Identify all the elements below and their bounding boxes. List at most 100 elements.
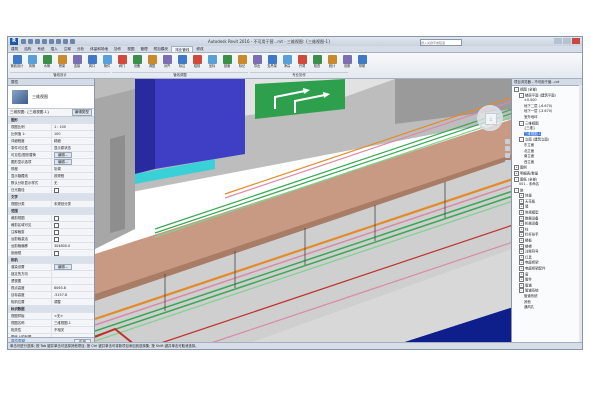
tab-10[interactable]: 附加模块	[151, 46, 171, 52]
type-selector[interactable]: 三维视图	[8, 86, 94, 109]
property-value[interactable]	[52, 187, 94, 193]
pan-icon[interactable]	[505, 153, 510, 158]
model-canvas[interactable]	[95, 79, 513, 345]
property-checkbox[interactable]	[54, 236, 59, 242]
expand-toggle-icon[interactable]: +	[519, 260, 524, 266]
property-value[interactable]: 按规程	[52, 173, 94, 179]
collapse-toggle-icon[interactable]: -	[519, 137, 524, 143]
tab-9[interactable]: 管理	[137, 46, 150, 52]
tab-0[interactable]: 建筑	[8, 46, 21, 52]
property-value[interactable]: 协调	[52, 166, 94, 172]
tab-4[interactable]: 注释	[61, 46, 74, 52]
property-value[interactable]: 未规划分类	[52, 201, 94, 207]
ribbon-tool-button[interactable]: 管件	[100, 54, 114, 72]
expand-toggle-icon[interactable]: +	[519, 243, 524, 249]
maximize-button[interactable]	[563, 38, 571, 44]
property-section[interactable]: 相机	[8, 257, 94, 264]
expand-toggle-icon[interactable]: +	[514, 165, 519, 171]
tab-5[interactable]: 分析	[74, 46, 87, 52]
ribbon-tool-button[interactable]: 风口	[85, 54, 99, 72]
ribbon-tool-button[interactable]: 标记	[235, 54, 249, 72]
collapse-toggle-icon[interactable]: -	[514, 187, 519, 193]
steering-wheel-icon[interactable]	[505, 139, 510, 144]
tab-2[interactable]: 系统	[34, 46, 47, 52]
open-icon[interactable]	[21, 39, 26, 44]
property-value[interactable]: 调整	[52, 299, 94, 305]
expand-toggle-icon[interactable]: +	[519, 232, 524, 238]
property-edit-button[interactable]: 编辑...	[54, 159, 73, 165]
ribbon-tool-button[interactable]: 对齐	[160, 54, 174, 72]
property-value[interactable]: 100	[52, 131, 94, 137]
ribbon-tool-button[interactable]: 净高	[280, 54, 294, 72]
property-value[interactable]	[52, 215, 94, 221]
property-value[interactable]	[52, 278, 94, 284]
expand-toggle-icon[interactable]: +	[519, 277, 524, 283]
ribbon-tool-button[interactable]: 桥架	[55, 54, 69, 72]
property-value[interactable]: 显示原状态	[52, 145, 94, 151]
property-value[interactable]	[52, 236, 94, 242]
ribbon-tool-button[interactable]: 检查	[310, 54, 324, 72]
zoom-icon[interactable]	[505, 146, 510, 151]
redo-icon[interactable]	[42, 39, 47, 44]
ribbon-tool-button[interactable]: 设置	[340, 54, 354, 72]
save-icon[interactable]	[28, 39, 33, 44]
instance-selector[interactable]: 三维视图: {三维视图-1} 编辑类型	[8, 109, 94, 117]
property-value[interactable]: 不相关	[52, 327, 94, 333]
ribbon-tool-button[interactable]: 连接	[70, 54, 84, 72]
property-value[interactable]: 编辑...	[52, 159, 94, 165]
expand-toggle-icon[interactable]: +	[519, 266, 524, 271]
property-section[interactable]: 图形	[8, 117, 94, 124]
ribbon-tool-button[interactable]: 管线设计	[10, 54, 24, 72]
expand-toggle-icon[interactable]: +	[519, 215, 524, 221]
tab-7[interactable]: 协作	[111, 46, 124, 52]
property-edit-button[interactable]: 编辑...	[54, 152, 73, 158]
tab-12[interactable]: 修改	[193, 46, 206, 52]
app-logo[interactable]: R	[10, 38, 18, 45]
collapse-toggle-icon[interactable]: -	[519, 92, 524, 98]
property-section[interactable]: 范围	[8, 208, 94, 215]
expand-toggle-icon[interactable]: +	[519, 238, 524, 244]
tab-11[interactable]: 鸿业管线	[171, 46, 194, 52]
property-checkbox[interactable]	[54, 250, 59, 256]
tree-item[interactable]: 通风孔	[512, 305, 582, 311]
browser-scrollbar[interactable]	[579, 85, 582, 345]
collapse-toggle-icon[interactable]: -	[514, 87, 519, 92]
ribbon-tool-button[interactable]: 设备	[130, 54, 144, 72]
expand-toggle-icon[interactable]: +	[519, 271, 524, 277]
ribbon-tool-button[interactable]: 统计	[325, 54, 339, 72]
tab-6[interactable]: 体量和场地	[87, 46, 111, 52]
property-checkbox[interactable]	[54, 229, 59, 235]
property-value[interactable]: 三维视图-1	[52, 320, 94, 326]
view-cube[interactable]: 上	[477, 105, 503, 131]
collapse-toggle-icon[interactable]: -	[519, 288, 524, 294]
print-icon[interactable]	[49, 39, 54, 44]
expand-toggle-icon[interactable]: +	[514, 170, 519, 176]
ribbon-tool-button[interactable]: 碰撞	[190, 54, 204, 72]
property-value[interactable]: 1 : 100	[52, 124, 94, 130]
expand-toggle-icon[interactable]: +	[519, 254, 524, 260]
property-value[interactable]	[52, 271, 94, 277]
ribbon-tool-button[interactable]: 开洞	[295, 54, 309, 72]
property-value[interactable]	[52, 222, 94, 228]
property-value[interactable]: <无>	[52, 313, 94, 319]
property-checkbox[interactable]	[54, 215, 59, 221]
ribbon-tool-button[interactable]: 水管	[40, 54, 54, 72]
expand-toggle-icon[interactable]: +	[519, 193, 524, 199]
ribbon-tool-button[interactable]: 支吊架	[265, 54, 279, 72]
collapse-toggle-icon[interactable]: -	[519, 120, 524, 126]
ribbon-tool-button[interactable]: 剖面	[220, 54, 234, 72]
ribbon-tool-button[interactable]: 调整	[145, 54, 159, 72]
property-value[interactable]	[52, 229, 94, 235]
property-value[interactable]: 编辑...	[52, 152, 94, 158]
measure-icon[interactable]	[56, 39, 61, 44]
undo-icon[interactable]	[35, 39, 40, 44]
expand-toggle-icon[interactable]: +	[519, 204, 524, 210]
property-section[interactable]: 文字	[8, 194, 94, 201]
property-value[interactable]: 编辑...	[52, 264, 94, 270]
tab-1[interactable]: 结构	[21, 46, 34, 52]
expand-toggle-icon[interactable]: +	[519, 249, 524, 255]
property-value[interactable]: -5157.8	[52, 292, 94, 298]
view-cube-face[interactable]: 上	[485, 113, 497, 125]
property-checkbox[interactable]	[54, 187, 59, 193]
property-value[interactable]: 304800.0	[52, 243, 94, 249]
